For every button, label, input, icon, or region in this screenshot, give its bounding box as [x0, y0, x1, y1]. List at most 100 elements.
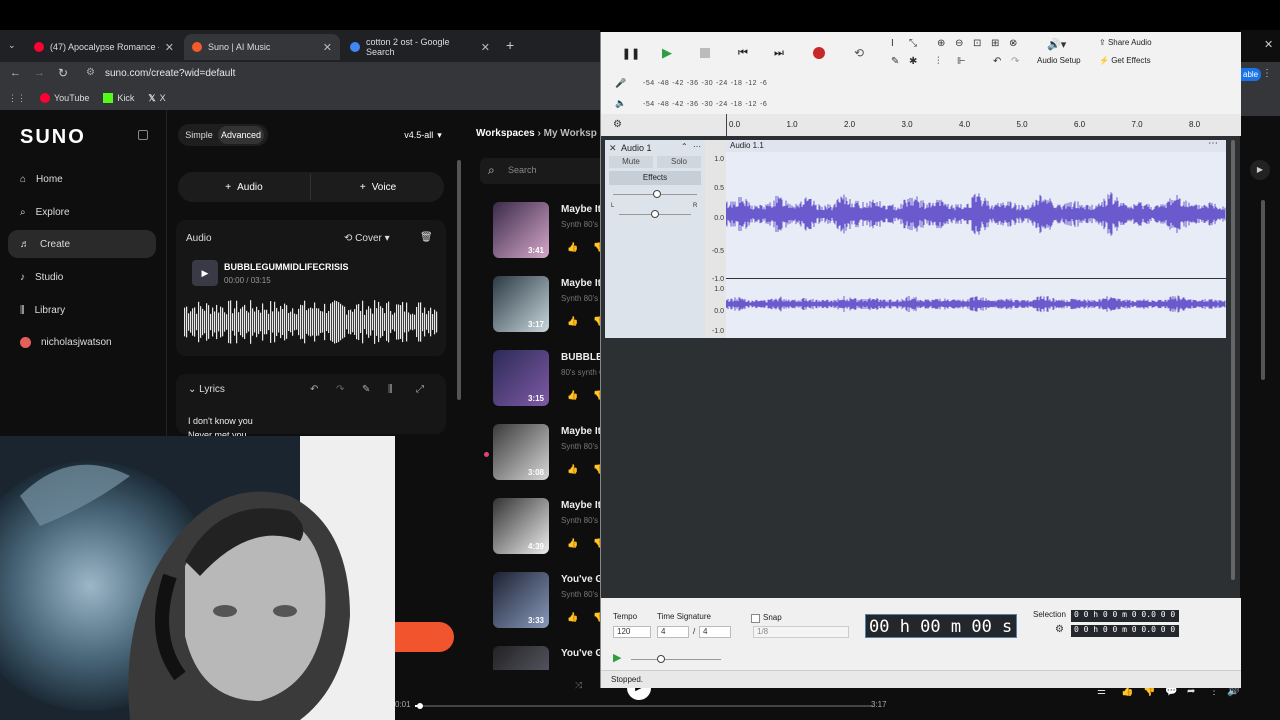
- envelope-tool-icon[interactable]: ⤡: [909, 38, 917, 49]
- pause-button[interactable]: ❚❚: [617, 40, 645, 66]
- zoom-in-icon[interactable]: ⊕: [937, 38, 945, 49]
- add-audio-button[interactable]: + Audio: [180, 174, 308, 200]
- playhead-marker[interactable]: [726, 114, 727, 136]
- trim-icon[interactable]: ⫶: [937, 56, 940, 67]
- window-close-icon[interactable]: ✕: [1264, 38, 1273, 51]
- selection-end[interactable]: 0 0 h 0 0 m 0 0.0 0 0 s: [1071, 625, 1179, 637]
- time-signature-numerator[interactable]: 4: [657, 626, 689, 638]
- zoom-toggle-icon[interactable]: ⊗: [1009, 38, 1017, 49]
- song-item[interactable]: 3:08 Maybe It's Synth 80's D 👍 👎: [493, 424, 609, 484]
- track-name[interactable]: Audio 1: [621, 143, 652, 153]
- record-meter[interactable]: -54 -48 -42 -36 -30 -24 -18 -12 -6: [643, 80, 770, 87]
- player-progress-knob[interactable]: [417, 703, 423, 709]
- redo-icon[interactable]: ↷: [1011, 56, 1019, 67]
- like-icon[interactable]: 👍: [567, 390, 578, 401]
- tempo-input[interactable]: 120: [613, 626, 651, 638]
- expand-icon[interactable]: ⤢: [416, 384, 424, 395]
- collapse-icon[interactable]: ⌃: [681, 142, 688, 151]
- clip-menu-icon[interactable]: ⋯: [1208, 138, 1218, 149]
- track-menu-icon[interactable]: ⋯: [693, 142, 701, 151]
- get-effects-button[interactable]: ⚡ Get Effects: [1099, 56, 1151, 65]
- like-icon[interactable]: 👍: [567, 316, 578, 327]
- scrollbar[interactable]: [1261, 200, 1265, 380]
- song-cover-image[interactable]: 3:15: [493, 350, 549, 406]
- model-select[interactable]: v4.5-all ▾: [398, 124, 448, 146]
- nav-profile[interactable]: nicholasjwatson: [8, 328, 156, 356]
- nav-explore[interactable]: ⌕ Explore: [8, 198, 156, 226]
- song-cover-image[interactable]: 3:17: [493, 276, 549, 332]
- vertical-scrollbar[interactable]: [1231, 140, 1235, 580]
- clip-name[interactable]: Audio 1.1: [730, 141, 764, 150]
- play-button[interactable]: ▶: [653, 40, 681, 66]
- playback-meter[interactable]: -54 -48 -42 -36 -30 -24 -18 -12 -6: [643, 101, 770, 108]
- tab-google[interactable]: cotton 2 ost - Google Search ✕: [342, 34, 498, 60]
- song-item[interactable]: 3:15 BUBBLEG 80's synth C 👍 👎: [493, 350, 610, 410]
- gain-slider[interactable]: [613, 190, 697, 198]
- timeline-ruler[interactable]: ⚙ 0.0 1.0 2.0 3.0 4.0 5.0 6.0 7.0 8.0: [601, 114, 1241, 136]
- skip-start-button[interactable]: ⏮: [729, 40, 757, 66]
- playback-speed-knob[interactable]: [657, 655, 665, 663]
- cover-dropdown[interactable]: ⟲ Cover ▾: [344, 233, 390, 244]
- tab-search-icon[interactable]: ⌄: [8, 40, 16, 51]
- record-button[interactable]: [805, 40, 833, 66]
- clip-header[interactable]: Audio 1.1 ⋯: [726, 138, 1226, 152]
- close-track-icon[interactable]: ✕: [609, 143, 617, 154]
- lyrics-line[interactable]: I don't know you: [188, 416, 253, 426]
- gain-slider-knob[interactable]: [653, 190, 661, 198]
- edit-icon[interactable]: ✎: [362, 384, 370, 395]
- multi-tool-icon[interactable]: ✱: [909, 56, 917, 67]
- url-text[interactable]: suno.com/create?wid=default: [105, 68, 235, 79]
- sidebar-toggle-icon[interactable]: [138, 130, 148, 140]
- mode-advanced-button[interactable]: Advanced: [218, 126, 264, 144]
- pan-slider[interactable]: [619, 210, 691, 218]
- song-cover-image[interactable]: 3:41: [493, 202, 549, 258]
- close-tab-icon[interactable]: ✕: [165, 41, 174, 54]
- search-input[interactable]: ⌕ Search: [480, 158, 600, 184]
- share-audio-button[interactable]: ⇪ Share Audio: [1099, 38, 1152, 47]
- tab-youtube[interactable]: (47) Apocalypse Romance - You ✕: [26, 34, 182, 60]
- mute-button[interactable]: Mute: [609, 156, 653, 168]
- playback-speed-slider[interactable]: [631, 655, 721, 663]
- timeline-settings-icon[interactable]: ⚙: [613, 119, 622, 130]
- song-cover-image[interactable]: 3:08: [493, 424, 549, 480]
- waveform-clip[interactable]: Audio 1.1 ⋯: [726, 138, 1226, 338]
- browser-menu-icon[interactable]: ⋮: [1262, 68, 1272, 79]
- nav-studio[interactable]: ♪ Studio: [8, 263, 156, 291]
- nav-home[interactable]: ⌂ Home: [8, 165, 156, 193]
- like-icon[interactable]: 👍: [567, 242, 578, 253]
- skip-end-button[interactable]: ⏭: [765, 40, 793, 66]
- zoom-out-icon[interactable]: ⊖: [955, 38, 963, 49]
- snap-checkbox[interactable]: [751, 614, 760, 623]
- like-icon[interactable]: 👍: [567, 538, 578, 549]
- waveform-channels[interactable]: [726, 152, 1226, 338]
- stop-button[interactable]: [691, 40, 719, 66]
- back-icon[interactable]: ←: [10, 67, 21, 79]
- like-icon[interactable]: 👍: [567, 612, 578, 623]
- draw-tool-icon[interactable]: ✎: [891, 56, 899, 67]
- lyrics-header[interactable]: ⌄ Lyrics: [188, 384, 225, 395]
- forward-icon[interactable]: →: [34, 67, 45, 79]
- new-tab-button[interactable]: +: [506, 37, 514, 53]
- trash-icon[interactable]: 🗑: [420, 232, 433, 243]
- play-track-button[interactable]: ▶: [192, 260, 218, 286]
- song-item[interactable]: 3:33 You've Go Synth 80's 👍 👎: [493, 572, 609, 632]
- audio-setup-button[interactable]: Audio Setup: [1037, 56, 1081, 65]
- track-waveform[interactable]: [184, 296, 438, 348]
- nav-create[interactable]: ♬ Create: [8, 230, 156, 258]
- song-item[interactable]: 3:41 Maybe It's Synth 80's D 👍 👎: [493, 202, 609, 262]
- bookmark-youtube[interactable]: YouTube: [40, 93, 89, 103]
- selection-settings-icon[interactable]: ⚙: [1055, 624, 1064, 635]
- snap-select[interactable]: 1/8: [753, 626, 849, 638]
- fit-selection-icon[interactable]: ⊡: [973, 38, 981, 49]
- bookmark-kick[interactable]: Kick: [103, 93, 134, 103]
- mode-simple-button[interactable]: Simple: [182, 126, 216, 144]
- selection-start[interactable]: 0 0 h 0 0 m 0 0.0 0 0 s: [1071, 610, 1179, 622]
- bookmark-x[interactable]: 𝕏X: [148, 93, 165, 104]
- nav-library[interactable]: ⫼ Library: [8, 296, 156, 324]
- selection-tool-icon[interactable]: I: [891, 38, 894, 49]
- close-tab-icon[interactable]: ✕: [481, 41, 490, 54]
- shuffle-icon[interactable]: ⤨: [575, 680, 582, 691]
- create-button[interactable]: [395, 622, 454, 652]
- add-voice-button[interactable]: + Voice: [314, 174, 442, 200]
- undo-icon[interactable]: ↶: [993, 56, 1001, 67]
